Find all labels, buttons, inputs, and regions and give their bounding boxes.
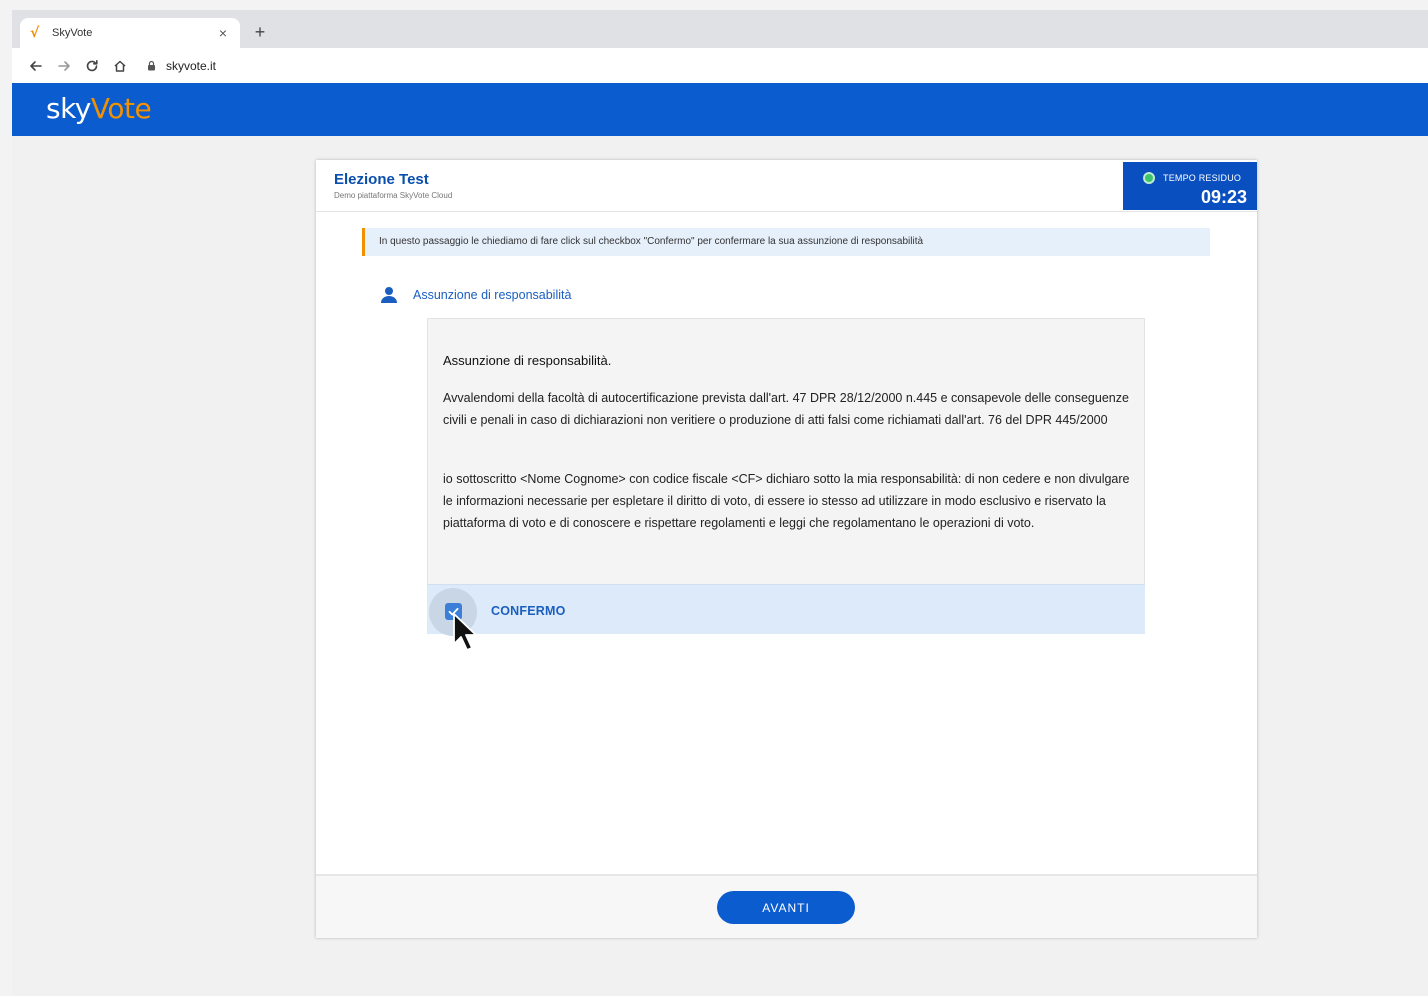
browser-window: √ SkyVote × + skyvote.it skyVote Elezion… (12, 10, 1428, 996)
next-button[interactable]: AVANTI (717, 891, 855, 924)
election-title: Elezione Test (334, 171, 429, 188)
browser-tab[interactable]: √ SkyVote × (20, 18, 240, 48)
skyvote-logo: skyVote (46, 92, 152, 125)
confirm-row[interactable]: CONFERMO (427, 584, 1145, 636)
declaration-paragraph: io sottoscritto <Nome Cognome> con codic… (443, 472, 1130, 530)
confirm-label[interactable]: CONFERMO (491, 604, 566, 618)
tab-strip: √ SkyVote × + (12, 10, 1428, 48)
instruction-notice: In questo passaggio le chiediamo di fare… (362, 228, 1210, 256)
reload-icon (86, 59, 98, 71)
lock-icon (144, 60, 158, 71)
browser-toolbar: skyvote.it (12, 48, 1428, 83)
logo-prefix: sky (46, 92, 91, 125)
voting-card: Elezione Test Demo piattaforma SkyVote C… (316, 160, 1257, 938)
timer-label: TEMPO RESIDUO (1163, 173, 1242, 183)
timer-value: 09:23 (1200, 187, 1247, 207)
new-tab-button[interactable]: + (250, 22, 270, 42)
forward-button[interactable] (50, 54, 78, 78)
election-subtitle: Demo piattaforma SkyVote Cloud (334, 191, 453, 200)
back-button[interactable] (22, 54, 50, 78)
remaining-time-panel: TEMPO RESIDUO 09:23 (1123, 162, 1257, 210)
address-bar[interactable]: skyvote.it (144, 54, 216, 78)
url-text: skyvote.it (166, 58, 217, 73)
user-icon (381, 287, 397, 303)
home-icon (114, 60, 126, 72)
close-tab-icon[interactable]: × (216, 25, 230, 41)
app-header: skyVote (12, 83, 1428, 136)
declaration-paragraph: Avvalendomi della facoltà di autocertifi… (443, 391, 1129, 427)
arrow-left-icon (30, 60, 42, 71)
arrow-right-icon (58, 60, 70, 71)
section-title: Assunzione di responsabilità (380, 286, 571, 304)
declaration-heading: Assunzione di responsabilità. (443, 353, 612, 368)
tab-title: SkyVote (52, 27, 93, 39)
reload-button[interactable] (78, 54, 106, 78)
mouse-cursor-icon (453, 613, 477, 651)
logo-accent: Vote (90, 92, 152, 125)
section-title-text: Assunzione di responsabilità (413, 288, 572, 302)
home-button[interactable] (106, 54, 134, 78)
status-dot-icon (1143, 172, 1155, 184)
card-header: Elezione Test Demo piattaforma SkyVote C… (316, 160, 1257, 212)
card-footer: AVANTI (316, 874, 1257, 938)
skyvote-favicon-icon: √ (30, 25, 40, 41)
